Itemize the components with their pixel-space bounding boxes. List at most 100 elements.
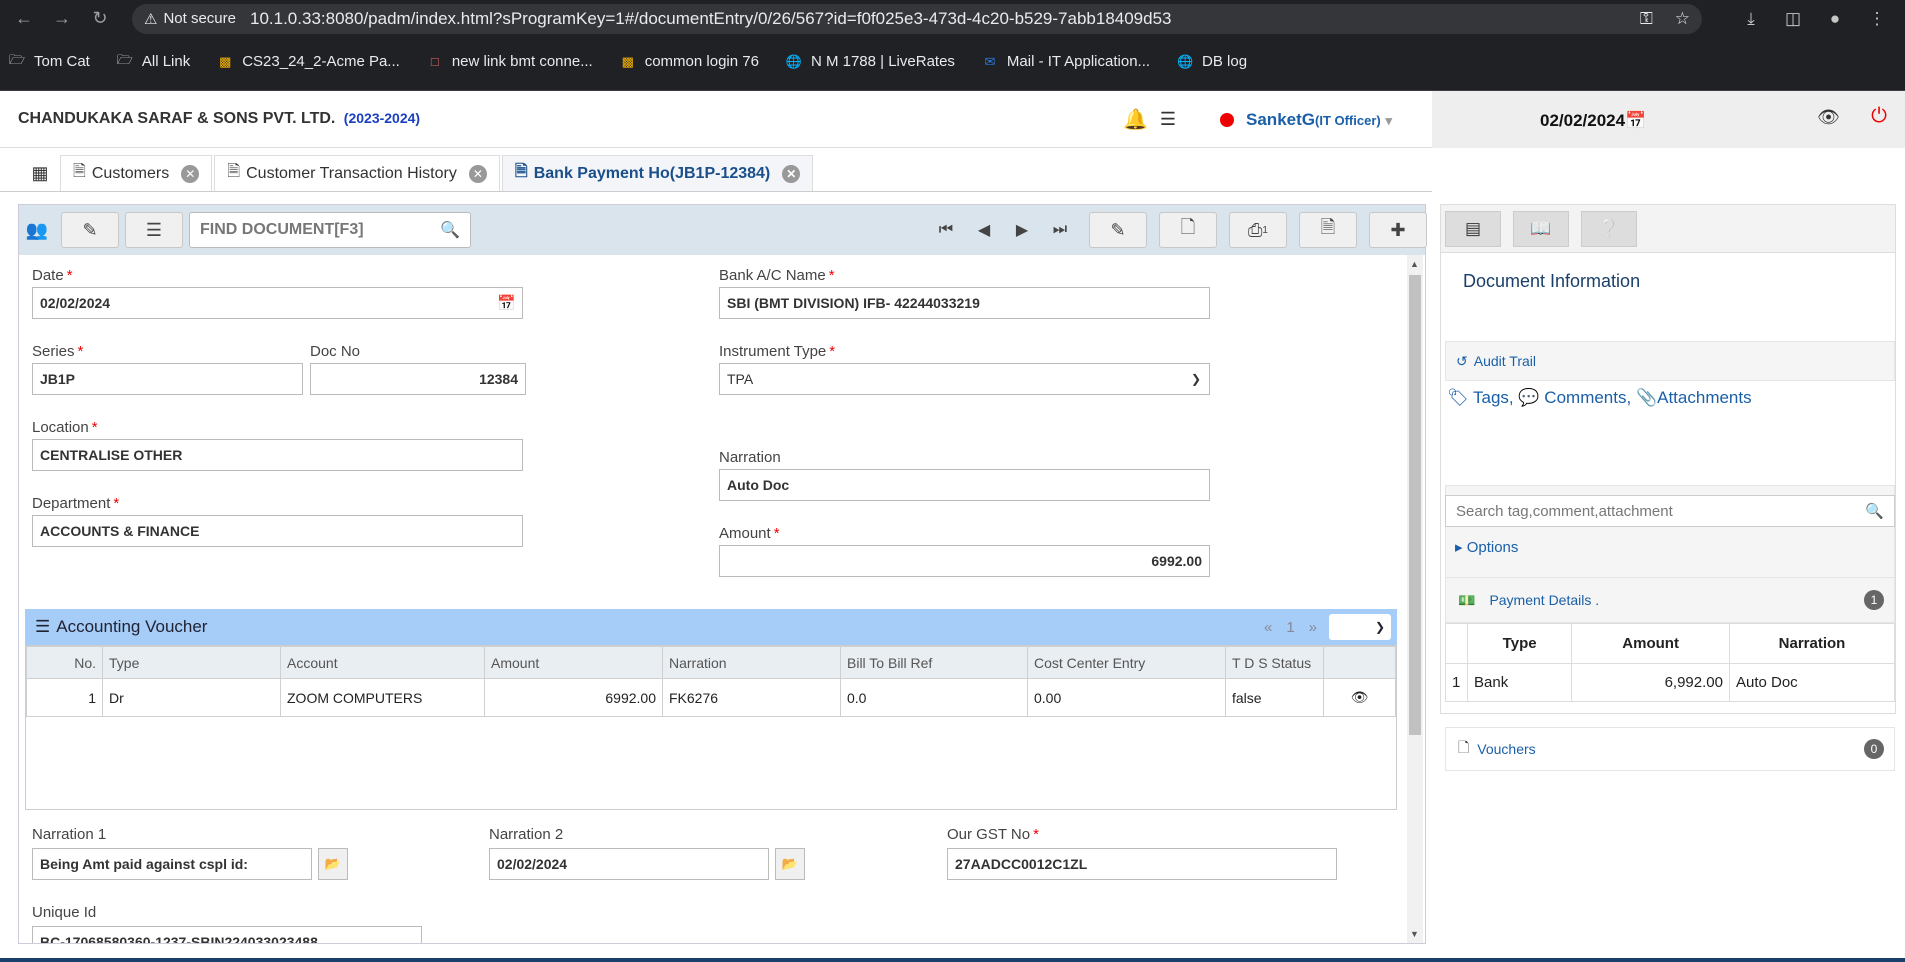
company-name: CHANDUKAKA SARAF & SONS PVT. LTD. (2023-… — [18, 110, 421, 127]
table-row[interactable]: 1 Bank 6,992.00 Auto Doc — [1445, 663, 1896, 702]
history-icon: ↺ — [1456, 352, 1468, 369]
bookmark[interactable]: ▩ common login 76 — [619, 53, 759, 70]
print-icon[interactable]: ⎙ 1 — [1229, 212, 1287, 248]
voucher-table: No. Type Account Amount Narration Bill T… — [25, 645, 1397, 810]
bookmark[interactable]: □ new link bmt conne... — [426, 53, 593, 70]
previous-record-icon[interactable]: ◀ — [965, 212, 1003, 248]
browser-toolbar: ← → ↻ ⚠ Not secure 10.1.0.33:8080/padm/in… — [0, 0, 1905, 37]
tab-bank-payment[interactable]: 🗎 Bank Payment Ho(JB1P-12384) ✕ — [501, 155, 814, 191]
bookmark[interactable]: ✉ Mail - IT Application... — [981, 53, 1150, 70]
bookmark[interactable]: 🌐 N M 1788 | LiveRates — [785, 53, 955, 70]
list-icon[interactable]: ☰ — [125, 212, 183, 248]
help-tab-icon[interactable]: ❔ — [1581, 210, 1637, 247]
bookmark[interactable]: ▩ CS23_24_2-Acme Pa... — [216, 53, 400, 70]
page-size-select[interactable]: ❯ — [1329, 614, 1391, 640]
bank-field[interactable]: SBI (BMT DIVISION) IFB- 42244033219 — [719, 287, 1210, 319]
last-record-icon[interactable]: ⏭ — [1041, 212, 1079, 248]
payment-details-header[interactable]: 💵 Payment Details . 1 — [1445, 577, 1895, 623]
search-icon[interactable]: 🔍 — [1865, 502, 1884, 520]
narration2-field[interactable]: 02/02/2024 — [489, 848, 769, 880]
key-icon[interactable]: ⚿ — [1640, 9, 1653, 29]
sidebar-icon[interactable]: ◫ — [1779, 5, 1807, 33]
cancel-document-icon[interactable]: 🗋 — [1159, 212, 1217, 248]
hide-eye-icon[interactable]: 👁 — [1817, 107, 1840, 128]
view-eye-icon[interactable]: 👁 — [1323, 678, 1396, 717]
info-tab-icon[interactable]: ▤ — [1445, 210, 1501, 247]
pencil-icon[interactable]: ✎ — [1089, 212, 1147, 248]
power-icon[interactable]: ⏻ — [1871, 105, 1887, 128]
narration1-field[interactable]: Being Amt paid against cspl id: — [32, 848, 312, 880]
address-bar[interactable]: ⚠ Not secure 10.1.0.33:8080/padm/index.ht… — [132, 3, 1702, 34]
bookmarks-bar: 🗁 Tom Cat 🗁 All Link ▩ CS23_24_2-Acme Pa...… — [0, 37, 1905, 91]
audit-trail-link[interactable]: ↺ Audit Trail — [1445, 341, 1895, 381]
site-icon: □ — [430, 54, 439, 69]
department-label: Department * — [32, 495, 120, 512]
apps-grid-icon[interactable]: ▦ — [20, 155, 60, 191]
options-toggle[interactable]: ▸ Options — [1455, 538, 1518, 556]
server-icon[interactable]: ☰ — [1160, 109, 1176, 130]
form-scrollbar[interactable]: ▲ ▼ — [1407, 255, 1423, 943]
menu-icon[interactable]: ⋮ — [1863, 5, 1891, 33]
user-menu[interactable]: SanketG(IT Officer) ▾ — [1246, 110, 1392, 130]
reload-icon[interactable]: ↻ — [84, 3, 116, 35]
next-record-icon[interactable]: ▶ — [1003, 212, 1041, 248]
document-info-title: Document Information — [1463, 271, 1641, 291]
prev-page[interactable]: « — [1264, 619, 1272, 636]
search-icon[interactable]: 🔍 — [440, 220, 460, 240]
location-field[interactable]: CENTRALISE OTHER — [32, 439, 523, 471]
first-record-icon[interactable]: ⏮ — [927, 212, 965, 248]
book-tab-icon[interactable]: 📖 — [1513, 210, 1569, 247]
not-secure-indicator[interactable]: ⚠ Not secure — [144, 10, 236, 28]
globe-icon: 🌐 — [785, 53, 803, 69]
series-field[interactable]: JB1P — [32, 363, 303, 395]
bank-label: Bank A/C Name * — [719, 267, 835, 284]
department-field[interactable]: ACCOUNTS & FINANCE — [32, 515, 523, 547]
folder-open-icon[interactable]: 📂 — [775, 848, 805, 880]
folder-open-icon[interactable]: 📂 — [318, 848, 348, 880]
calendar-icon[interactable]: 📅 — [497, 294, 516, 312]
bookmark[interactable]: 🗁 All Link — [116, 52, 190, 71]
profile-icon[interactable]: ● — [1821, 5, 1849, 33]
bell-icon[interactable]: 🔔 — [1123, 107, 1148, 132]
narration-label: Narration — [719, 449, 781, 466]
unique-id-label: Unique Id — [32, 904, 97, 921]
narration-field[interactable]: Auto Doc — [719, 469, 1210, 501]
tab-bar: ▦ 🗎 Customers ✕ 🗎 Customer Transaction Hist… — [0, 148, 1432, 192]
calendar-icon[interactable]: 📅 — [1625, 111, 1646, 130]
page-number[interactable]: 1 — [1286, 619, 1294, 636]
col-bill-ref: Bill To Bill Ref — [840, 646, 1028, 679]
close-icon[interactable]: ✕ — [181, 164, 200, 183]
header-date[interactable]: 02/02/2024📅 — [1540, 111, 1646, 131]
gst-field[interactable]: 27AADCC0012C1ZL — [947, 848, 1337, 880]
docno-field[interactable]: 12384 — [310, 363, 526, 395]
back-icon[interactable]: ← — [8, 3, 40, 35]
list-icon: ☰ — [35, 617, 51, 636]
instrument-select[interactable]: TPA ❯ — [719, 363, 1210, 395]
star-icon[interactable]: ☆ — [1675, 9, 1690, 29]
find-document-input[interactable]: FIND DOCUMENT[F3] 🔍 — [189, 212, 471, 248]
edit-icon[interactable]: ✎ — [61, 212, 119, 248]
tag-search-input[interactable]: Search tag,comment,attachment 🔍 — [1445, 495, 1895, 527]
vouchers-section[interactable]: 🗋 Vouchers 0 — [1445, 727, 1895, 771]
add-icon[interactable]: ✚ — [1369, 212, 1427, 248]
date-field[interactable]: 02/02/2024 📅 — [32, 287, 523, 319]
download-icon[interactable]: ⤓ — [1737, 5, 1765, 33]
bookmark[interactable]: 🌐 DB log — [1176, 53, 1247, 70]
right-header: 02/02/2024📅 👁 ⏻ — [1432, 91, 1905, 148]
bookmark[interactable]: 🗁 Tom Cat — [8, 52, 90, 71]
document-icon[interactable]: 🗎 — [1299, 212, 1357, 248]
comments-icon: 💬 — [1518, 388, 1540, 407]
forward-icon[interactable]: → — [46, 3, 78, 35]
close-icon[interactable]: ✕ — [782, 164, 801, 183]
close-icon[interactable]: ✕ — [468, 164, 487, 183]
unique-id-field[interactable]: BC-17068580360-1237-SBIN224033023488 — [32, 926, 422, 943]
tab-customer-transaction-history[interactable]: 🗎 Customer Transaction History ✕ — [214, 155, 500, 191]
amount-field[interactable]: 6992.00 — [719, 545, 1210, 577]
users-icon[interactable]: 👥 — [19, 212, 55, 248]
next-page[interactable]: » — [1309, 619, 1317, 636]
table-row[interactable]: 1 Dr ZOOM COMPUTERS 6992.00 FK6276 0.0 0… — [26, 678, 1396, 717]
tab-customers[interactable]: 🗎 Customers ✕ — [60, 155, 213, 191]
col-type: Type — [102, 646, 281, 679]
col-no: No. — [26, 646, 103, 679]
outlook-icon: ✉ — [984, 53, 996, 69]
